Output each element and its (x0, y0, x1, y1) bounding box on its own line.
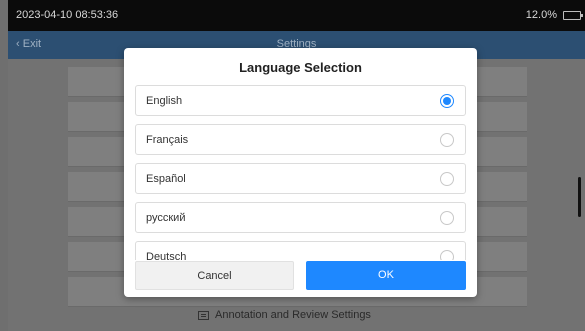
language-option-deutsch[interactable]: Deutsch (135, 241, 466, 260)
dialog-title: Language Selection (239, 60, 362, 75)
document-icon (198, 310, 209, 320)
annotation-review-settings-label: Annotation and Review Settings (215, 309, 371, 321)
option-label: Deutsch (146, 251, 187, 260)
battery-percentage: 12.0% (525, 9, 557, 21)
language-option-espanol[interactable]: Español (135, 163, 466, 194)
radio-unselected-icon[interactable] (440, 172, 454, 186)
radio-unselected-icon[interactable] (440, 250, 454, 260)
option-label: Français (146, 134, 189, 146)
language-option-english[interactable]: English (135, 85, 466, 116)
option-label: русский (146, 212, 186, 224)
language-selection-dialog: Language Selection English Français Espa… (124, 48, 477, 297)
status-datetime: 2023-04-10 08:53:36 (16, 9, 119, 21)
ok-button[interactable]: OK (306, 261, 466, 290)
radio-unselected-icon[interactable] (440, 211, 454, 225)
status-bar: 2023-04-10 08:53:36 12.0% (8, 0, 585, 31)
radio-unselected-icon[interactable] (440, 133, 454, 147)
language-option-russian[interactable]: русский (135, 202, 466, 233)
scrollbar[interactable] (578, 177, 581, 217)
language-option-francais[interactable]: Français (135, 124, 466, 155)
battery-icon (563, 11, 583, 20)
annotation-review-settings-link[interactable]: Annotation and Review Settings (198, 304, 448, 326)
radio-selected-icon[interactable] (440, 94, 454, 108)
option-label: Español (146, 173, 186, 185)
cancel-button[interactable]: Cancel (135, 261, 294, 290)
option-label: English (146, 95, 183, 107)
language-options-list[interactable]: English Français Español русский Deutsch (135, 85, 466, 260)
